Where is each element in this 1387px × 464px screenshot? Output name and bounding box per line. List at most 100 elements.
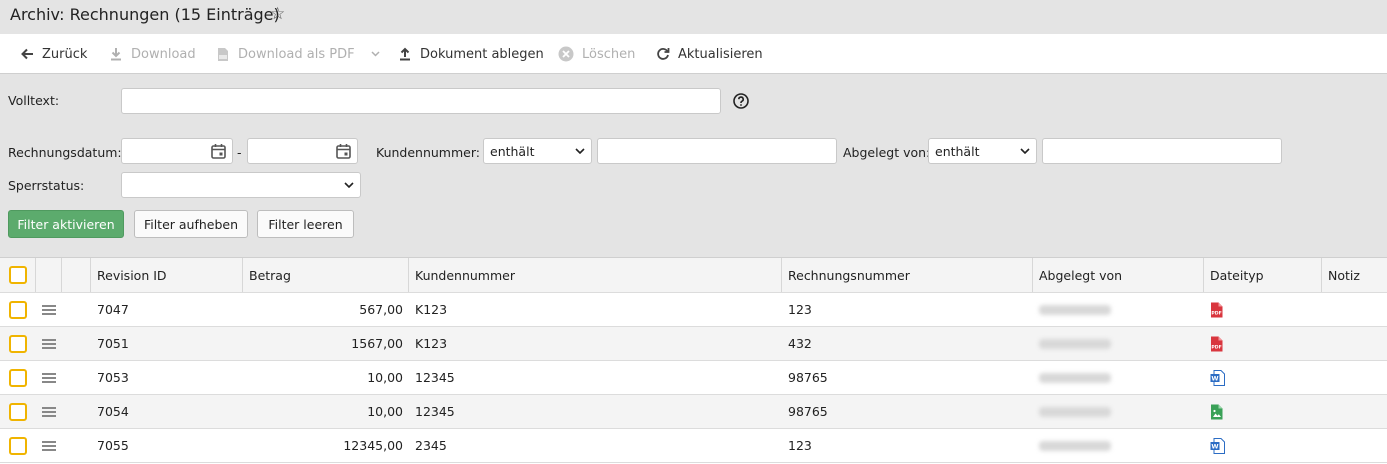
hamburger-menu-icon[interactable]: [42, 338, 56, 349]
date-from-input[interactable]: [121, 138, 233, 164]
customer-operator-select[interactable]: enthält: [483, 138, 592, 164]
pdf-icon[interactable]: PDF: [1210, 336, 1223, 352]
column-header-note[interactable]: Notiz: [1322, 258, 1387, 292]
delete-label: Löschen: [582, 46, 636, 62]
table-row[interactable]: 7054 10,00 12345 98765: [0, 395, 1387, 429]
redacted-username: [1039, 440, 1111, 451]
row-select-cell: [0, 327, 36, 360]
invoice-number-cell: 123: [788, 438, 812, 453]
svg-text:W: W: [1211, 374, 1218, 382]
note-cell: [1322, 361, 1387, 394]
lock-status-label: Sperrstatus:: [8, 178, 85, 193]
fulltext-input[interactable]: [121, 88, 721, 114]
chevron-down-icon: [344, 182, 354, 188]
apply-filter-button[interactable]: Filter aktivieren: [8, 210, 124, 238]
image-file-icon[interactable]: [1210, 404, 1223, 420]
date-to-input[interactable]: [247, 138, 358, 164]
hamburger-menu-icon[interactable]: [42, 372, 56, 383]
row-checkbox[interactable]: [9, 368, 27, 387]
column-header-customer[interactable]: Kundennummer: [409, 258, 782, 292]
word-file-icon[interactable]: W: [1210, 437, 1225, 454]
invoice-table: Revision ID Betrag Kundennummer Rechnung…: [0, 257, 1387, 464]
pdf-file-icon: [218, 47, 228, 61]
back-button[interactable]: Zurück: [20, 34, 87, 74]
column-header-revision[interactable]: Revision ID: [91, 258, 243, 292]
amount-cell: 1567,00: [351, 336, 403, 351]
page-title: Archiv: Rechnungen (15 Einträge): [10, 5, 280, 24]
delete-button[interactable]: Löschen: [558, 34, 635, 74]
table-row[interactable]: 7053 10,00 12345 98765 W: [0, 361, 1387, 395]
invoice-number-cell: 432: [788, 336, 812, 351]
filed-by-cell: [1033, 429, 1204, 462]
revision-id-cell: 7051: [97, 336, 129, 351]
hamburger-menu-icon[interactable]: [42, 440, 56, 451]
filetype-cell: [1204, 395, 1322, 428]
word-file-icon[interactable]: W: [1210, 369, 1225, 386]
calendar-icon[interactable]: [211, 143, 226, 159]
row-menu-cell: [36, 429, 62, 462]
filetype-cell: W: [1204, 361, 1322, 394]
revision-id-cell: 7054: [97, 404, 129, 419]
calendar-icon[interactable]: [336, 143, 351, 159]
customer-number-cell: 12345: [415, 404, 455, 419]
hamburger-menu-icon[interactable]: [42, 304, 56, 315]
toolbar: Zurück Download Download als PDF Dokumen…: [0, 34, 1387, 74]
note-cell: [1322, 293, 1387, 326]
refresh-button[interactable]: Aktualisieren: [656, 34, 763, 74]
download-pdf-label: Download als PDF: [238, 46, 355, 62]
customer-number-cell: 12345: [415, 370, 455, 385]
table-row[interactable]: 7047 567,00 K123 123 PDF: [0, 293, 1387, 327]
column-header-invoice[interactable]: Rechnungsnummer: [782, 258, 1033, 292]
amount-cell: 12345,00: [343, 438, 403, 453]
chevron-down-icon[interactable]: [371, 51, 380, 57]
invoice-number-cell: 123: [788, 302, 812, 317]
row-checkbox[interactable]: [9, 300, 27, 319]
download-pdf-button[interactable]: Download als PDF: [216, 34, 380, 74]
amount-cell: 10,00: [367, 404, 403, 419]
pdf-icon[interactable]: PDF: [1210, 302, 1223, 318]
svg-text:PDF: PDF: [1211, 310, 1221, 316]
row-select-cell: [0, 293, 36, 326]
customer-number-cell: K123: [415, 302, 448, 317]
star-icon[interactable]: ☆: [270, 4, 285, 24]
upload-label: Dokument ablegen: [420, 46, 544, 62]
clear-filter-button[interactable]: Filter leeren: [257, 210, 354, 238]
row-menu-cell: [36, 327, 62, 360]
row-checkbox[interactable]: [9, 334, 27, 353]
help-icon[interactable]: [733, 93, 749, 109]
download-button[interactable]: Download: [109, 34, 196, 74]
table-row[interactable]: 7055 12345,00 2345 123 W: [0, 429, 1387, 463]
filed-by-cell: [1033, 327, 1204, 360]
filed-by-cell: [1033, 293, 1204, 326]
download-label: Download: [131, 46, 196, 62]
svg-text:W: W: [1211, 442, 1218, 450]
revision-id-cell: 7055: [97, 438, 129, 453]
table-row[interactable]: 7051 1567,00 K123 432 PDF: [0, 327, 1387, 361]
column-header-amount[interactable]: Betrag: [243, 258, 409, 292]
upload-icon: [400, 47, 410, 61]
invoice-number-cell: 98765: [788, 370, 828, 385]
revision-id-cell: 7047: [97, 302, 129, 317]
filed-by-operator-select[interactable]: enthält: [928, 138, 1037, 164]
filetype-cell: PDF: [1204, 293, 1322, 326]
svg-text:PDF: PDF: [1211, 344, 1221, 350]
row-menu-header: [36, 258, 62, 292]
filed-by-input[interactable]: [1042, 138, 1282, 164]
column-header-filetype[interactable]: Dateityp: [1204, 258, 1322, 292]
revision-id-cell: 7053: [97, 370, 129, 385]
row-select-cell: [0, 429, 36, 462]
row-checkbox[interactable]: [9, 436, 27, 455]
upload-document-button[interactable]: Dokument ablegen: [398, 34, 544, 74]
remove-filter-button[interactable]: Filter aufheben: [134, 210, 248, 238]
lock-status-select[interactable]: [121, 172, 361, 198]
hamburger-menu-icon[interactable]: [42, 406, 56, 417]
filed-by-operator-value: enthält: [935, 143, 980, 159]
customer-number-input[interactable]: [597, 138, 837, 164]
column-header-filed-by[interactable]: Abgelegt von: [1033, 258, 1204, 292]
row-select-cell: [0, 361, 36, 394]
refresh-icon: [657, 48, 670, 60]
select-all-checkbox[interactable]: [8, 266, 27, 284]
redacted-username: [1039, 338, 1111, 349]
redacted-username: [1039, 304, 1111, 315]
row-checkbox[interactable]: [9, 402, 27, 421]
